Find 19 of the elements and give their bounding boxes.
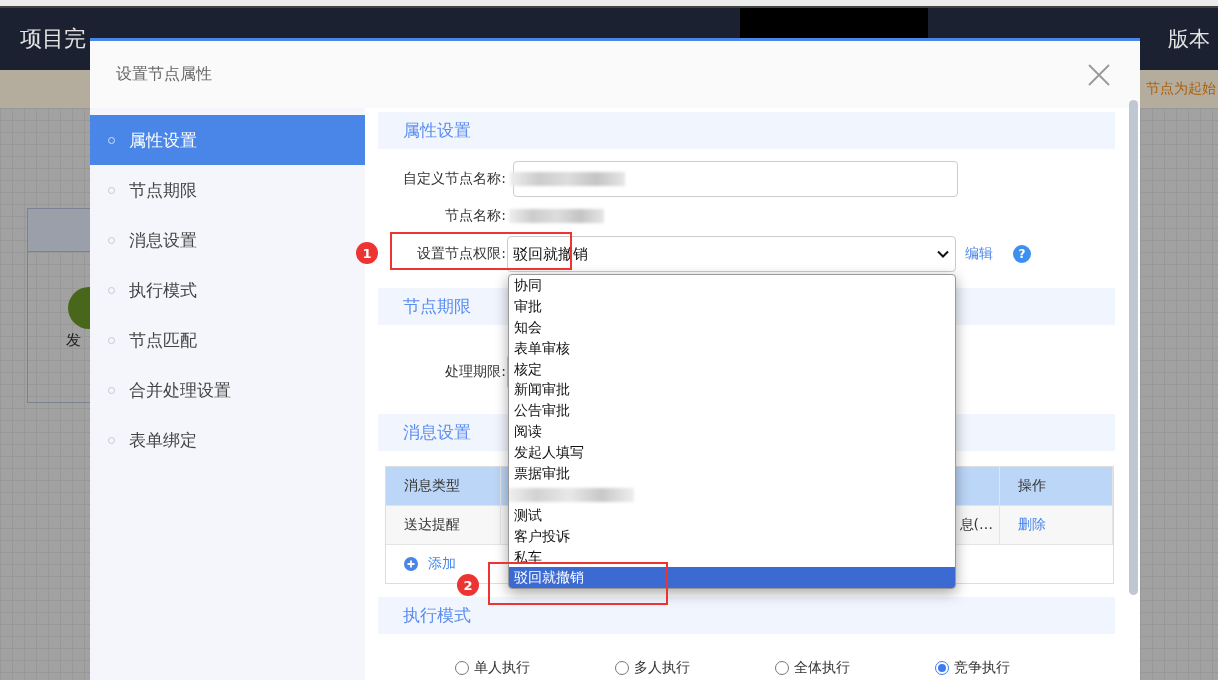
section-header: 执行模式 — [378, 597, 1115, 634]
table-cell: 送达提醒 — [386, 505, 501, 544]
notice-text: 节点为起始 — [1146, 80, 1216, 98]
column-header: 操作 — [1000, 467, 1113, 505]
radio-label: 全体执行 — [794, 659, 850, 677]
radio-label: 竞争执行 — [954, 659, 1010, 677]
field-label: 节点名称: — [444, 207, 506, 225]
field-label: 自定义节点名称: — [402, 170, 506, 188]
column-header: 消息类型 — [386, 467, 501, 505]
radio-label: 多人执行 — [634, 659, 690, 677]
dialog-title: 设置节点属性 — [116, 64, 212, 85]
field-label: 处理期限: — [444, 363, 506, 381]
step-number: 2 — [457, 574, 479, 596]
step-number: 1 — [356, 242, 378, 264]
node-label: 发 — [66, 331, 81, 350]
radio-label: 单人执行 — [474, 659, 530, 677]
app-title: 项目完 — [20, 25, 86, 53]
field-label: 设置节点权限: — [416, 245, 506, 263]
section-header: 属性设置 — [378, 112, 1115, 149]
